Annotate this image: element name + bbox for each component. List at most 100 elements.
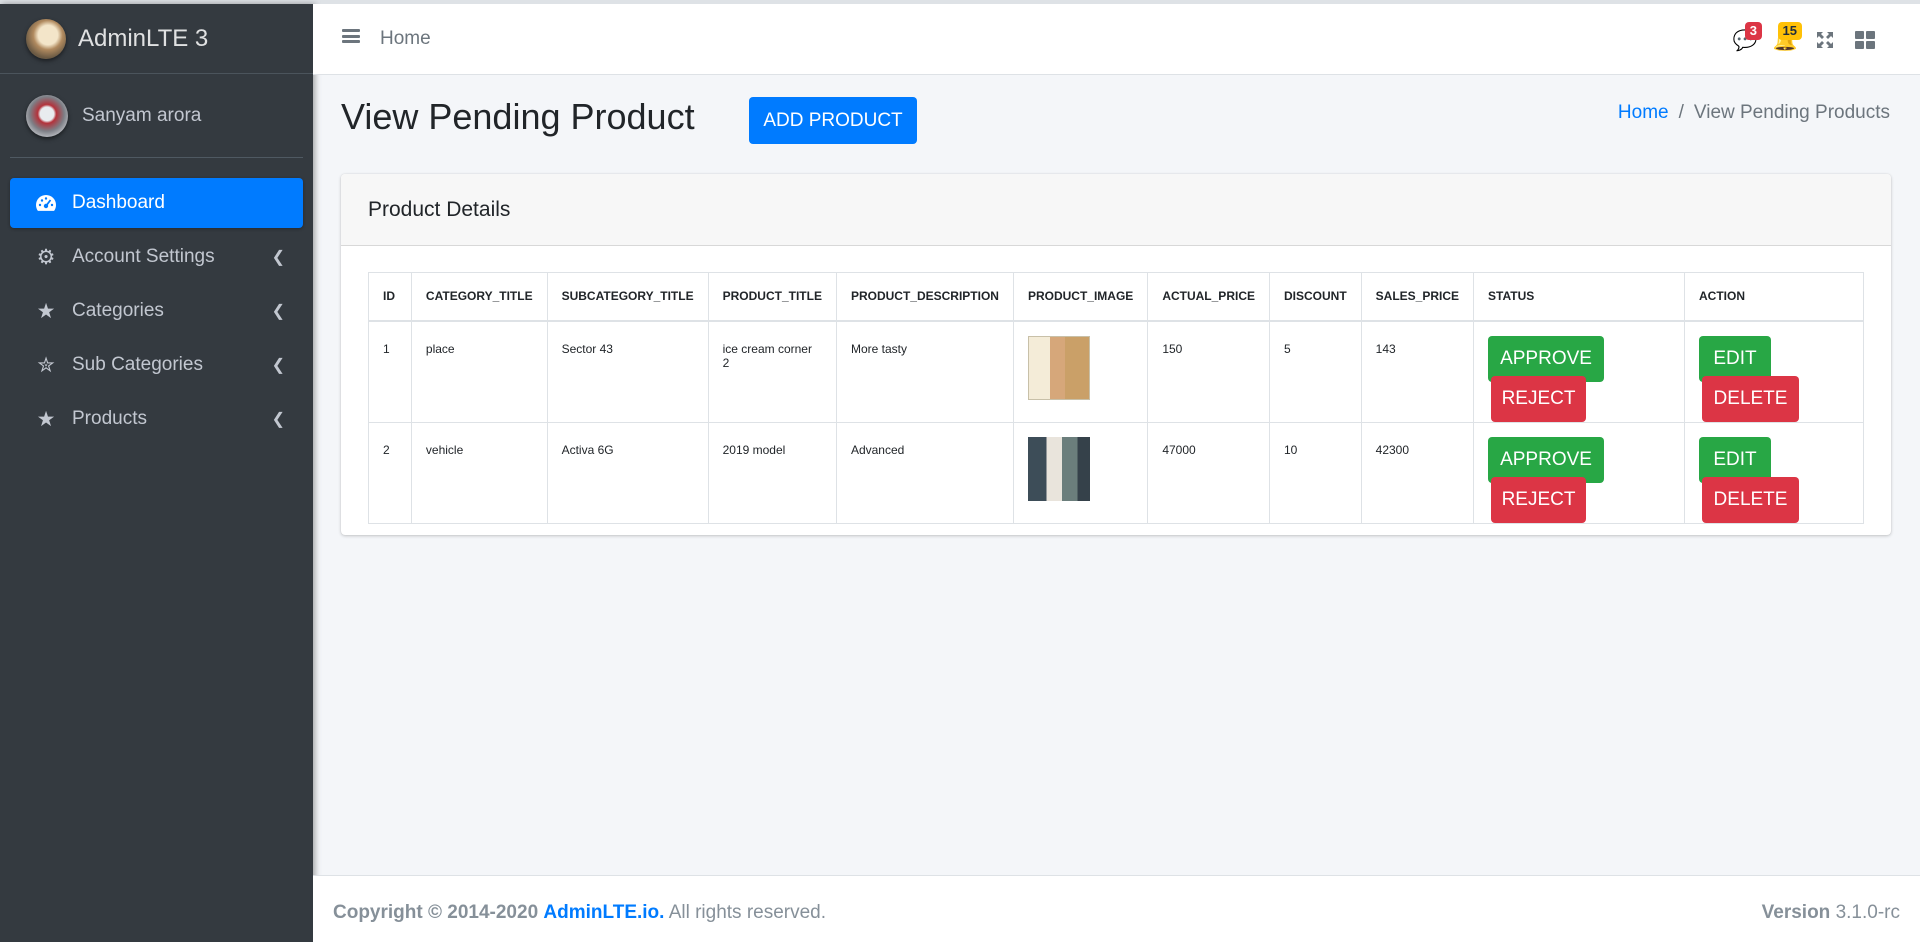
menu-toggle-icon[interactable] bbox=[342, 27, 360, 45]
delete-button[interactable]: DELETE bbox=[1702, 476, 1800, 523]
cell-sales-price: 143 bbox=[1360, 320, 1475, 423]
fullscreen-button[interactable] bbox=[1810, 26, 1840, 54]
chevron-left-icon: ❮ bbox=[271, 411, 285, 428]
edit-button[interactable]: EDIT bbox=[1699, 436, 1772, 483]
rights-text: All rights reserved. bbox=[668, 902, 827, 923]
tachometer-icon bbox=[34, 191, 58, 215]
card-title: Product Details bbox=[341, 174, 1891, 246]
table-row: 2 vehicle Activa 6G 2019 model Advanced … bbox=[368, 421, 1864, 524]
column-header-product-title[interactable]: PRODUCT_TITLE bbox=[707, 272, 837, 322]
control-sidebar-button[interactable] bbox=[1850, 26, 1880, 54]
table-container: ID CATEGORY_TITLE SUBCATEGORY_TITLE PROD… bbox=[368, 272, 1864, 524]
column-header-status[interactable]: STATUS bbox=[1473, 272, 1686, 322]
star-half-icon: ✮ bbox=[37, 353, 55, 377]
product-details-card: Product Details ID CATEGORY_TITLE SUBCAT… bbox=[341, 174, 1891, 535]
brand-link[interactable]: AdminLTE 3 bbox=[0, 4, 313, 74]
chevron-left-icon: ❮ bbox=[271, 249, 285, 266]
column-header-sales-price[interactable]: SALES_PRICE bbox=[1360, 272, 1475, 322]
pending-products-table: ID CATEGORY_TITLE SUBCATEGORY_TITLE PROD… bbox=[368, 272, 1864, 524]
approve-button[interactable]: APPROVE bbox=[1488, 335, 1605, 382]
cell-product-title: ice cream corner 2 bbox=[707, 320, 837, 423]
sidebar-nav: Dashboard ⚙ Account Settings ❮ ★ Categor… bbox=[0, 158, 313, 444]
main-sidebar: AdminLTE 3 Sanyam arora Dashboard ⚙ Acco… bbox=[0, 4, 313, 942]
reject-button[interactable]: REJECT bbox=[1491, 375, 1587, 422]
sidebar-item-sub-categories[interactable]: ✮ Sub Categories ❮ bbox=[10, 340, 303, 390]
approve-button[interactable]: APPROVE bbox=[1488, 436, 1605, 483]
notifications-badge: 15 bbox=[1777, 22, 1802, 40]
product-image bbox=[1027, 436, 1090, 501]
cell-description: Advanced bbox=[835, 421, 1014, 524]
sidebar-item-dashboard[interactable]: Dashboard bbox=[10, 178, 303, 228]
sidebar-item-account-settings[interactable]: ⚙ Account Settings ❮ bbox=[10, 232, 303, 282]
version-label: Version bbox=[1761, 902, 1831, 923]
column-header-category[interactable]: CATEGORY_TITLE bbox=[410, 272, 548, 322]
footer-adminlte-link[interactable]: AdminLTE.io. bbox=[543, 902, 664, 923]
cell-product-title: 2019 model bbox=[707, 421, 837, 524]
brand-logo-icon bbox=[26, 18, 66, 59]
sidebar-item-label: Categories bbox=[72, 300, 164, 321]
cell-category: vehicle bbox=[410, 421, 548, 524]
cell-actual-price: 47000 bbox=[1147, 421, 1270, 524]
cell-id: 1 bbox=[368, 320, 412, 423]
column-header-discount[interactable]: DISCOUNT bbox=[1268, 272, 1362, 322]
avatar bbox=[26, 94, 68, 137]
column-header-subcategory[interactable]: SUBCATEGORY_TITLE bbox=[546, 272, 709, 322]
cell-action: EDITDELETE bbox=[1684, 421, 1864, 524]
th-large-icon bbox=[1855, 31, 1875, 49]
footer-copyright: Copyright © 2014-2020 AdminLTE.io. All r… bbox=[333, 902, 826, 924]
page-title: View Pending Product bbox=[341, 96, 695, 137]
column-header-image[interactable]: PRODUCT_IMAGE bbox=[1012, 272, 1149, 322]
cell-id: 2 bbox=[368, 421, 412, 524]
sidebar-item-label: Sub Categories bbox=[72, 354, 203, 375]
version-number: 3.1.0-rc bbox=[1835, 902, 1900, 923]
cell-status: APPROVEREJECT bbox=[1473, 421, 1686, 524]
gear-icon: ⚙ bbox=[36, 245, 56, 269]
sidebar-item-products[interactable]: ★ Products ❮ bbox=[10, 394, 303, 444]
column-header-id[interactable]: ID bbox=[368, 272, 412, 322]
navbar-tools: 💬 3 🔔 15 bbox=[1720, 22, 1880, 54]
messages-button[interactable]: 💬 3 bbox=[1730, 22, 1762, 54]
messages-badge: 3 bbox=[1744, 22, 1762, 40]
cell-discount: 10 bbox=[1268, 421, 1362, 524]
brand-title: AdminLTE 3 bbox=[78, 24, 209, 52]
breadcrumb-home-link[interactable]: Home bbox=[1618, 102, 1669, 123]
delete-button[interactable]: DELETE bbox=[1702, 375, 1800, 422]
breadcrumb-separator: / bbox=[1678, 102, 1684, 123]
nav-home-link[interactable]: Home bbox=[380, 28, 431, 50]
sidebar-item-label: Account Settings bbox=[72, 246, 215, 267]
user-panel[interactable]: Sanyam arora bbox=[10, 74, 303, 158]
column-header-description[interactable]: PRODUCT_DESCRIPTION bbox=[835, 272, 1014, 322]
chevron-left-icon: ❮ bbox=[271, 303, 285, 320]
add-product-button[interactable]: ADD PRODUCT bbox=[749, 97, 917, 144]
table-header-row: ID CATEGORY_TITLE SUBCATEGORY_TITLE PROD… bbox=[368, 272, 1864, 322]
top-navbar: Home 💬 3 🔔 15 bbox=[313, 4, 1920, 75]
product-image bbox=[1027, 335, 1090, 400]
breadcrumb: Home / View Pending Products bbox=[1618, 102, 1890, 124]
copyright-text: Copyright © 2014-2020 bbox=[333, 902, 539, 923]
cell-image bbox=[1012, 421, 1149, 524]
main-footer: Copyright © 2014-2020 AdminLTE.io. All r… bbox=[313, 875, 1920, 942]
cell-image bbox=[1012, 320, 1149, 423]
table-row: 1 place Sector 43 ice cream corner 2 Mor… bbox=[368, 320, 1864, 423]
chevron-left-icon: ❮ bbox=[271, 357, 285, 374]
cell-category: place bbox=[410, 320, 548, 423]
breadcrumb-current: View Pending Products bbox=[1693, 102, 1890, 123]
sidebar-item-label: Dashboard bbox=[72, 192, 165, 213]
cell-discount: 5 bbox=[1268, 320, 1362, 423]
footer-version: Version 3.1.0-rc bbox=[1762, 902, 1900, 924]
sidebar-item-categories[interactable]: ★ Categories ❮ bbox=[10, 286, 303, 336]
cell-subcategory: Sector 43 bbox=[546, 320, 709, 423]
cell-action: EDITDELETE bbox=[1684, 320, 1864, 423]
user-name[interactable]: Sanyam arora bbox=[82, 105, 201, 127]
star-icon: ★ bbox=[36, 407, 56, 431]
edit-button[interactable]: EDIT bbox=[1699, 335, 1772, 382]
cell-status: APPROVEREJECT bbox=[1473, 320, 1686, 423]
column-header-actual-price[interactable]: ACTUAL_PRICE bbox=[1147, 272, 1270, 322]
notifications-button[interactable]: 🔔 15 bbox=[1770, 22, 1802, 54]
cell-description: More tasty bbox=[835, 320, 1014, 423]
sidebar-item-label: Products bbox=[72, 408, 147, 429]
reject-button[interactable]: REJECT bbox=[1491, 476, 1587, 523]
column-header-action[interactable]: ACTION bbox=[1684, 272, 1864, 322]
cell-sales-price: 42300 bbox=[1360, 421, 1475, 524]
cell-subcategory: Activa 6G bbox=[546, 421, 709, 524]
